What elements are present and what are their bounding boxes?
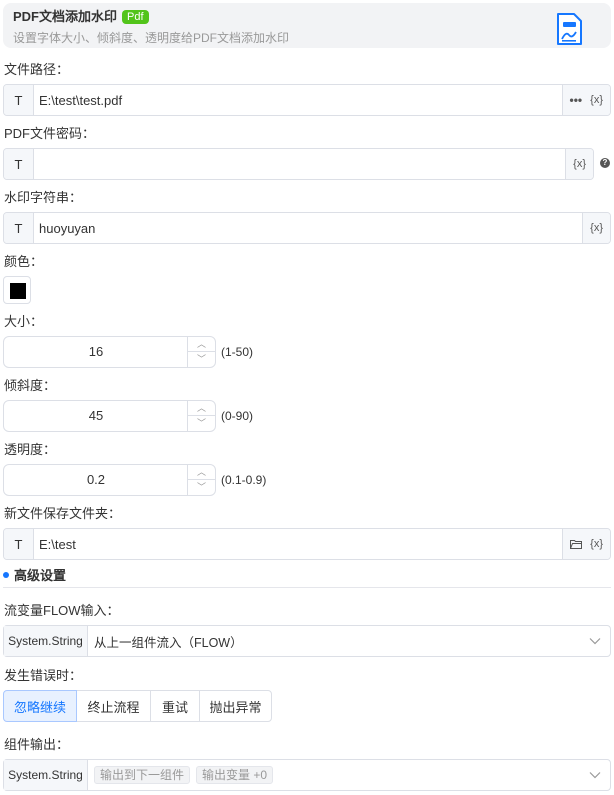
pdf-file-icon — [557, 13, 582, 45]
chevron-down-icon[interactable] — [580, 626, 610, 656]
tilt-stepper[interactable]: 45 ︿ ﹀ — [3, 400, 216, 432]
tilt-stepper-controls: ︿ ﹀ — [187, 401, 215, 431]
flow-input-select[interactable]: System.String 从上一组件流入（FLOW） — [3, 625, 611, 657]
file-path-input[interactable]: E:\test\test.pdf — [34, 85, 562, 115]
section-divider — [3, 587, 611, 588]
output-select[interactable]: System.String 输出到下一组件 输出变量 +0 — [3, 759, 611, 791]
opacity-stepper-controls: ︿ ﹀ — [187, 465, 215, 495]
tilt-input[interactable]: 45 — [4, 401, 188, 431]
save-folder-field[interactable]: T E:\test {x} — [3, 528, 611, 560]
type-prefix: System.String — [4, 626, 88, 656]
flow-input-value: 从上一组件流入（FLOW） — [94, 635, 243, 650]
variable-icon[interactable]: {x} — [573, 158, 586, 170]
on-error-label: 发生错误时： — [4, 668, 83, 683]
output-tag: 输出变量 +0 — [196, 766, 274, 784]
watermark-input[interactable]: huoyuyan — [34, 213, 582, 243]
retry-button[interactable]: 重试 — [150, 690, 200, 722]
output-tags: 输出到下一组件 输出变量 +0 — [88, 760, 580, 790]
opacity-range: (0.1-0.9) — [221, 473, 267, 487]
tilt-range: (0-90) — [221, 409, 254, 423]
color-picker[interactable] — [3, 276, 31, 304]
text-type-prefix: T — [4, 149, 34, 179]
on-error-options: 忽略继续 终止流程 重试 抛出异常 — [3, 690, 272, 722]
variable-icon[interactable]: {x} — [590, 222, 603, 234]
opacity-input[interactable]: 0.2 — [4, 465, 188, 495]
folder-icon[interactable] — [570, 539, 583, 549]
password-actions: {x} — [565, 149, 593, 179]
text-type-prefix: T — [4, 529, 34, 559]
save-folder-input[interactable]: E:\test — [34, 529, 562, 559]
file-path-field[interactable]: T E:\test\test.pdf ••• {x} — [3, 84, 611, 116]
watermark-actions: {x} — [582, 213, 610, 243]
variable-icon[interactable]: {x} — [590, 94, 603, 106]
chevron-down-icon[interactable]: ﹀ — [188, 416, 215, 431]
component-title: PDF文档添加水印 Pdf — [13, 9, 149, 25]
chevron-down-icon[interactable] — [580, 760, 610, 790]
size-input[interactable]: 16 — [4, 337, 188, 367]
type-prefix: System.String — [4, 760, 88, 790]
size-range: (1-50) — [221, 345, 254, 359]
advanced-settings-title: 高级设置 — [3, 568, 66, 584]
ignore-continue-button[interactable]: 忽略继续 — [3, 690, 77, 722]
flow-input-label: 流变量FLOW输入： — [4, 603, 120, 618]
output-tag: 输出到下一组件 — [94, 766, 191, 784]
text-type-prefix: T — [4, 85, 34, 115]
help-icon[interactable]: ? — [600, 158, 610, 168]
watermark-field[interactable]: T huoyuyan {x} — [3, 212, 611, 244]
color-label: 颜色： — [4, 254, 44, 269]
text-type-prefix: T — [4, 213, 34, 243]
password-label: PDF文件密码： — [4, 126, 96, 141]
color-swatch — [10, 283, 26, 299]
password-field[interactable]: T {x} — [3, 148, 594, 180]
more-icon[interactable]: ••• — [570, 93, 583, 107]
file-path-label: 文件路径： — [4, 62, 70, 77]
save-folder-actions: {x} — [562, 529, 610, 559]
opacity-stepper[interactable]: 0.2 ︿ ﹀ — [3, 464, 216, 496]
file-path-actions: ••• {x} — [561, 85, 610, 115]
size-stepper-controls: ︿ ﹀ — [187, 337, 215, 367]
component-header: PDF文档添加水印 Pdf 设置字体大小、倾斜度、透明度给PDF文档添加水印 — [3, 3, 611, 48]
component-subtitle: 设置字体大小、倾斜度、透明度给PDF文档添加水印 — [13, 31, 290, 45]
pdf-badge: Pdf — [122, 10, 149, 24]
chevron-up-icon[interactable]: ︿ — [188, 337, 215, 352]
throw-exception-button[interactable]: 抛出异常 — [199, 690, 272, 722]
password-input[interactable] — [34, 149, 565, 179]
stop-flow-button[interactable]: 终止流程 — [76, 690, 151, 722]
chevron-down-icon[interactable]: ﹀ — [188, 480, 215, 495]
chevron-up-icon[interactable]: ︿ — [188, 401, 215, 416]
size-label: 大小： — [4, 314, 44, 329]
output-label: 组件输出： — [4, 737, 70, 752]
size-stepper[interactable]: 16 ︿ ﹀ — [3, 336, 216, 368]
tilt-label: 倾斜度： — [4, 378, 57, 393]
variable-icon[interactable]: {x} — [590, 538, 603, 550]
chevron-down-icon[interactable]: ﹀ — [188, 352, 215, 367]
chevron-up-icon[interactable]: ︿ — [188, 465, 215, 480]
section-dot-icon — [3, 572, 9, 578]
save-folder-label: 新文件保存文件夹： — [4, 506, 122, 521]
opacity-label: 透明度： — [4, 442, 57, 457]
watermark-label: 水印字符串： — [4, 190, 83, 205]
